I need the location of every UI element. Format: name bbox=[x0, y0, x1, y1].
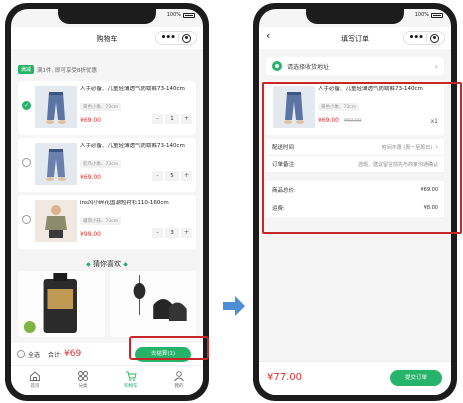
grid-icon bbox=[78, 371, 88, 381]
address-selector[interactable]: 请选择收货地址 › bbox=[266, 57, 444, 75]
close-icon[interactable] bbox=[182, 33, 192, 43]
quantity-value[interactable]: 5 bbox=[165, 171, 179, 181]
order-navbar: ‹ 填写订单 ••• bbox=[259, 27, 451, 49]
cart-item[interactable]: ✓ 人手必备、儿童轻薄透气防蚊裤73-140cm 黄色小象、73cm ¥69.0… bbox=[18, 81, 196, 135]
checkout-highlight-box bbox=[129, 336, 209, 360]
quantity-value[interactable]: 3 bbox=[165, 228, 179, 238]
item-checkbox-checked[interactable]: ✓ bbox=[22, 101, 31, 110]
location-pin-icon bbox=[272, 61, 282, 71]
tab-label: 分类 bbox=[78, 384, 88, 389]
order-details-highlight-box bbox=[262, 82, 462, 234]
home-icon bbox=[30, 371, 40, 381]
recommend-title: 猜你喜欢 bbox=[93, 260, 121, 268]
tab-label: 首页 bbox=[30, 384, 40, 389]
tab-home[interactable]: 首页 bbox=[11, 366, 59, 395]
pay-total: ¥77.00 bbox=[267, 372, 302, 383]
item-checkbox[interactable] bbox=[22, 215, 31, 224]
more-icon[interactable]: ••• bbox=[409, 33, 424, 43]
recommend-card-bottle[interactable] bbox=[18, 271, 105, 337]
item-price: ¥69.00 bbox=[80, 174, 101, 181]
item-price: ¥99.00 bbox=[80, 231, 101, 238]
battery-percent: 100% bbox=[166, 12, 181, 18]
tab-profile[interactable]: 我的 bbox=[155, 366, 203, 395]
quantity-stepper: - 5 + bbox=[152, 171, 192, 181]
status-bar: 100% bbox=[415, 12, 443, 18]
product-image-shirt[interactable] bbox=[35, 200, 77, 242]
recommend-heading: ◆ 猜你喜欢 ◆ bbox=[11, 259, 203, 269]
select-all-label[interactable]: 全选 bbox=[28, 350, 40, 359]
cart-item[interactable]: 人手必备、儿童轻薄透气防蚊裤73-140cm 鸵鸟小象、73cm ¥69.00 … bbox=[18, 138, 196, 192]
total-label: 合计: bbox=[48, 351, 63, 359]
battery-percent: 100% bbox=[414, 12, 429, 18]
item-checkbox[interactable] bbox=[22, 158, 31, 167]
close-icon[interactable] bbox=[430, 33, 440, 43]
increment-button[interactable]: + bbox=[181, 114, 192, 124]
quantity-stepper: - 1 + bbox=[152, 114, 192, 124]
mini-program-capsule[interactable]: ••• bbox=[155, 31, 197, 45]
tab-category[interactable]: 分类 bbox=[59, 366, 107, 395]
chevron-right-icon: › bbox=[434, 61, 438, 71]
select-all-checkbox[interactable] bbox=[17, 350, 25, 358]
user-icon bbox=[174, 371, 184, 382]
status-bar: 100% bbox=[167, 12, 195, 18]
promo-banner: 满减 满1件, 即可享受8折优惠 bbox=[18, 63, 196, 76]
capsule-divider bbox=[178, 34, 180, 42]
cart-item[interactable]: ins风小碎花国潮短衬衫110-160cm 藕荷小孩、73cm ¥99.00 -… bbox=[18, 195, 196, 249]
cart-navbar: 购物车 ••• bbox=[11, 27, 203, 49]
submit-order-button[interactable]: 提交订单 bbox=[390, 370, 442, 386]
quantity-stepper: - 3 + bbox=[152, 228, 192, 238]
item-spec[interactable]: 藕荷小孩、73cm bbox=[80, 217, 122, 225]
battery-icon bbox=[183, 12, 195, 18]
product-image-pants[interactable] bbox=[35, 143, 77, 185]
quantity-value[interactable]: 1 bbox=[165, 114, 179, 124]
flow-arrow-icon bbox=[223, 296, 245, 316]
decrement-button[interactable]: - bbox=[152, 114, 163, 124]
capsule-divider bbox=[426, 34, 428, 42]
address-placeholder: 请选择收货地址 bbox=[287, 63, 330, 71]
dot-icon: ◆ bbox=[123, 261, 128, 268]
decrement-button[interactable]: - bbox=[152, 171, 163, 181]
more-icon[interactable]: ••• bbox=[161, 33, 176, 43]
item-title: 人手必备、儿童轻薄透气防蚊裤73-140cm bbox=[80, 143, 185, 149]
tab-cart[interactable]: 购物车 bbox=[107, 366, 155, 395]
battery-icon bbox=[431, 12, 443, 18]
total-price: ¥69 bbox=[64, 349, 82, 359]
mini-program-capsule[interactable]: ••• bbox=[403, 31, 445, 45]
recommend-card-boxing[interactable] bbox=[109, 271, 196, 337]
decrement-button[interactable]: - bbox=[152, 228, 163, 238]
tab-label: 我的 bbox=[174, 384, 184, 389]
item-title: ins风小碎花国潮短衬衫110-160cm bbox=[80, 200, 169, 206]
submit-bar: ¥77.00 提交订单 bbox=[259, 361, 451, 395]
item-spec[interactable]: 黄色小象、73cm bbox=[80, 103, 122, 111]
product-image-pants[interactable] bbox=[35, 86, 77, 128]
increment-button[interactable]: + bbox=[181, 171, 192, 181]
item-title: 人手必备、儿童轻薄透气防蚊裤73-140cm bbox=[80, 86, 185, 92]
tab-bar: 首页 分类 购物车 我的 bbox=[11, 365, 203, 395]
item-price: ¥69.00 bbox=[80, 117, 101, 124]
notch bbox=[306, 9, 404, 24]
cart-icon bbox=[126, 371, 137, 381]
notch bbox=[58, 9, 156, 24]
increment-button[interactable]: + bbox=[181, 228, 192, 238]
cart-list: ✓ 人手必备、儿童轻薄透气防蚊裤73-140cm 黄色小象、73cm ¥69.0… bbox=[18, 81, 196, 252]
promo-text: 满1件, 即可享受8折优惠 bbox=[37, 67, 98, 74]
promo-badge: 满减 bbox=[18, 65, 35, 74]
tab-label: 购物车 bbox=[124, 384, 138, 389]
recommend-row bbox=[18, 271, 196, 337]
dot-icon: ◆ bbox=[86, 261, 91, 268]
item-spec[interactable]: 鸵鸟小象、73cm bbox=[80, 160, 122, 168]
